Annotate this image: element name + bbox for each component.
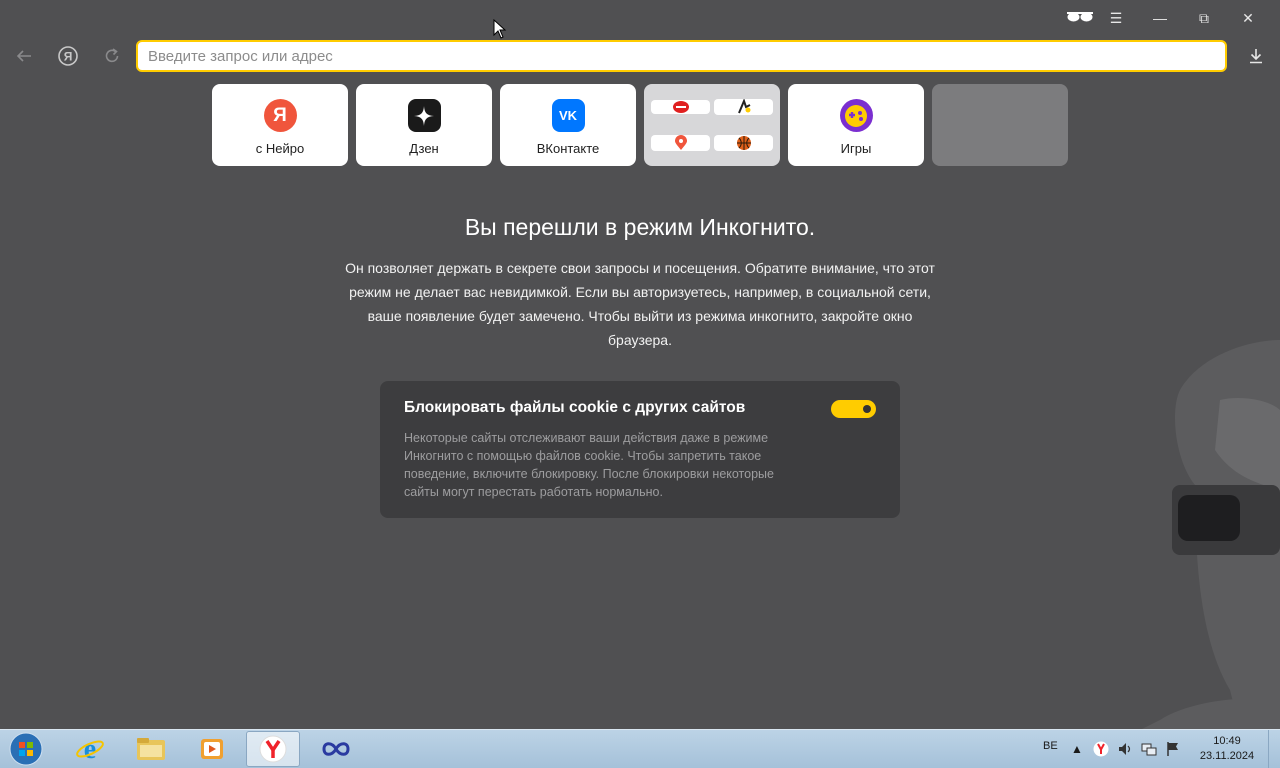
volume-icon[interactable] — [1116, 740, 1134, 758]
yandex-logo-icon: Я — [58, 46, 78, 66]
window-controls: ☰ — ⧉ ✕ — [1094, 6, 1270, 30]
yandex-home-button[interactable]: Я — [56, 44, 80, 68]
arrow-left-icon — [16, 50, 31, 62]
windows-logo-icon — [9, 732, 43, 766]
vk-icon: VK — [551, 99, 585, 132]
taskbar-media-player[interactable] — [185, 731, 239, 767]
clock-time: 10:49 — [1213, 735, 1241, 747]
toggle-knob — [863, 405, 871, 413]
cookie-block-toggle[interactable] — [831, 400, 876, 418]
mini-tile[interactable] — [651, 100, 710, 114]
network-icon[interactable] — [1140, 740, 1158, 758]
minimize-button[interactable]: — — [1138, 6, 1182, 30]
incognito-mascot-illustration — [1140, 340, 1280, 730]
clock-date: 23.11.2024 — [1199, 750, 1255, 762]
tile-games[interactable]: Игры — [788, 84, 924, 166]
cookie-block-card: Блокировать файлы cookie с других сайтов… — [380, 381, 900, 518]
tile-yandex-neuro[interactable]: Я с Нейро — [212, 84, 348, 166]
taskbar-clock[interactable]: 10:49 23.11.2024 — [1196, 734, 1258, 764]
back-button[interactable] — [12, 44, 36, 68]
action-center-flag-icon[interactable] — [1164, 740, 1182, 758]
address-bar[interactable] — [136, 40, 1227, 72]
mouse-cursor-icon — [493, 19, 507, 39]
tile-empty[interactable] — [932, 84, 1068, 166]
cookie-card-title: Блокировать файлы cookie с других сайтов — [404, 399, 746, 416]
taskbar-app[interactable] — [309, 731, 363, 767]
tile-label: ВКонтакте — [536, 141, 600, 156]
incognito-glasses-icon[interactable] — [1066, 10, 1094, 24]
close-button[interactable]: ✕ — [1226, 6, 1270, 30]
windows-taskbar: e BE ▲ 10:49 23.11.2024 — [0, 729, 1280, 768]
infinity-app-icon — [322, 742, 350, 756]
restore-button[interactable]: ⧉ — [1182, 6, 1226, 30]
taskbar-internet-explorer[interactable]: e — [63, 731, 117, 767]
tile-group[interactable] — [644, 84, 780, 166]
taskbar-file-explorer[interactable] — [124, 731, 178, 767]
language-indicator[interactable]: BE — [1043, 740, 1058, 752]
taskbar-yandex-browser[interactable] — [246, 731, 300, 767]
yandex-icon: Я — [263, 99, 297, 132]
start-button[interactable] — [6, 730, 46, 768]
incognito-description: Он позволяет держать в секрете свои запр… — [345, 260, 935, 348]
tile-label: с Нейро — [255, 141, 305, 156]
mini-tile[interactable] — [714, 99, 773, 115]
speed-dial: Я с Нейро Дзен VK ВКонтакте Игры — [212, 84, 1068, 166]
media-player-icon — [201, 739, 223, 759]
tile-vkontakte[interactable]: VK ВКонтакте — [500, 84, 636, 166]
map-pin-icon — [674, 135, 687, 150]
games-icon — [839, 99, 873, 132]
mini-tile[interactable] — [714, 135, 773, 151]
downloads-button[interactable] — [1244, 44, 1268, 68]
mini-tile[interactable] — [651, 135, 710, 151]
internet-explorer-icon: e — [76, 734, 104, 764]
cookie-card-description: Некоторые сайты отслеживают ваши действи… — [404, 431, 774, 499]
basketball-icon — [736, 136, 751, 150]
svg-text:Я: Я — [64, 50, 73, 64]
reload-icon — [105, 48, 119, 63]
svg-text:e: e — [84, 734, 96, 764]
yandex-browser-icon — [259, 735, 287, 763]
tile-dzen[interactable]: Дзен — [356, 84, 492, 166]
tile-label: Дзен — [409, 141, 439, 156]
dzen-icon — [407, 99, 441, 132]
menu-icon[interactable]: ☰ — [1094, 6, 1138, 30]
reload-button[interactable] — [100, 44, 124, 68]
tray-yandex-icon[interactable] — [1092, 740, 1110, 758]
tile-label: Игры — [840, 141, 872, 156]
incognito-title: Вы перешли в режим Инкогнито. — [464, 214, 816, 240]
show-desktop-button[interactable] — [1268, 730, 1280, 768]
address-input[interactable] — [148, 47, 1225, 65]
avito-icon — [737, 99, 750, 114]
red-chat-icon — [672, 101, 689, 113]
tray-expand-icon[interactable]: ▲ — [1068, 740, 1086, 758]
folder-icon — [137, 738, 165, 760]
download-icon — [1250, 49, 1262, 64]
